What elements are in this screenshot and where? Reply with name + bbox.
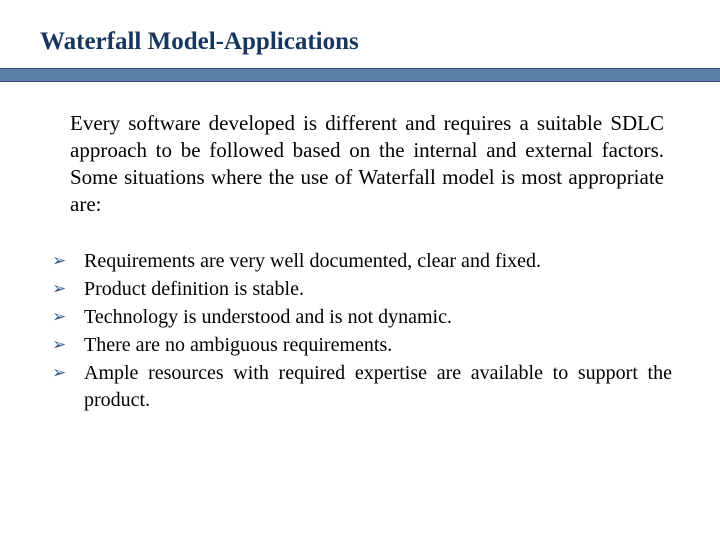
list-item: ➢ There are no ambiguous requirements. xyxy=(48,332,672,359)
slide-title: Waterfall Model-Applications xyxy=(0,0,720,68)
slide: Waterfall Model-Applications Every softw… xyxy=(0,0,720,540)
list-item: ➢ Product definition is stable. xyxy=(48,276,672,303)
list-item-text: Ample resources with required expertise … xyxy=(84,360,672,414)
title-divider xyxy=(0,68,720,82)
chevron-right-icon: ➢ xyxy=(48,276,84,302)
bullet-list: ➢ Requirements are very well documented,… xyxy=(0,218,720,414)
chevron-right-icon: ➢ xyxy=(48,248,84,274)
list-item-text: Technology is understood and is not dyna… xyxy=(84,304,672,331)
list-item: ➢ Ample resources with required expertis… xyxy=(48,360,672,414)
list-item: ➢ Technology is understood and is not dy… xyxy=(48,304,672,331)
list-item-text: There are no ambiguous requirements. xyxy=(84,332,672,359)
chevron-right-icon: ➢ xyxy=(48,304,84,330)
intro-paragraph: Every software developed is different an… xyxy=(0,82,720,218)
chevron-right-icon: ➢ xyxy=(48,360,84,386)
list-item-text: Requirements are very well documented, c… xyxy=(84,248,672,275)
chevron-right-icon: ➢ xyxy=(48,332,84,358)
list-item-text: Product definition is stable. xyxy=(84,276,672,303)
list-item: ➢ Requirements are very well documented,… xyxy=(48,248,672,275)
